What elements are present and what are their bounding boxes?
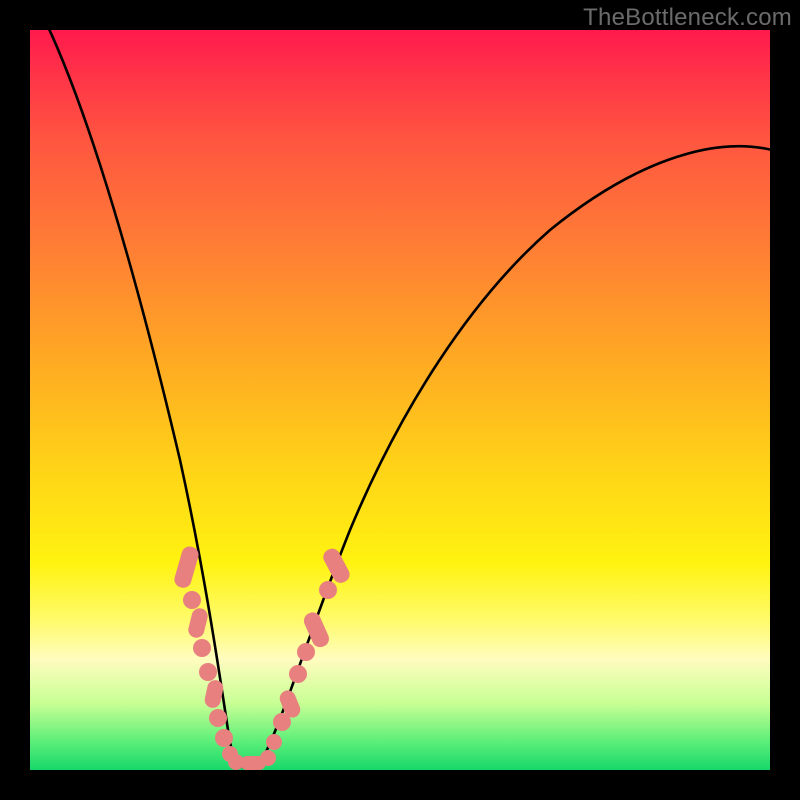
watermark-label: TheBottleneck.com: [583, 4, 792, 32]
curve-svg: [30, 30, 770, 770]
plot-area: [30, 30, 770, 770]
chart-frame: TheBottleneck.com: [0, 0, 800, 800]
markers-right: [266, 546, 352, 750]
bottleneck-curve: [40, 10, 772, 768]
